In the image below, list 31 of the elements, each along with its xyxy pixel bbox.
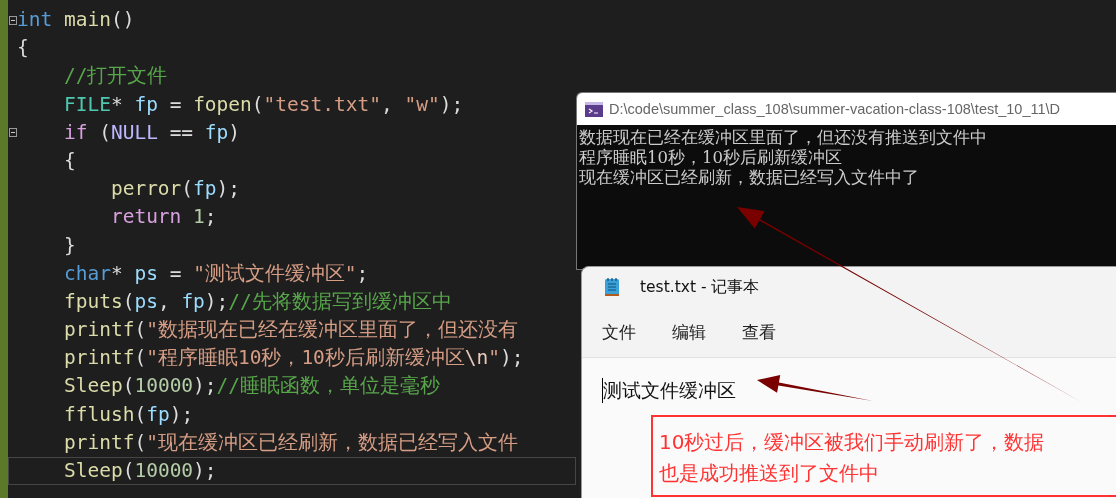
code-line: {	[62, 147, 77, 174]
console-icon	[585, 101, 603, 117]
collapse-icon[interactable]	[9, 15, 17, 25]
menu-item[interactable]: 编辑	[670, 320, 708, 344]
code-line: fflush(fp);	[62, 401, 195, 428]
notepad-icon	[604, 277, 620, 297]
document-text[interactable]: 测试文件缓冲区	[602, 378, 736, 403]
window-title: D:\code\summer_class_108\summer-vacation-class-108\test_10_11\D	[609, 101, 1061, 117]
annotation-text: 10秒过后，缓冲区被我们手动刷新了，数据	[659, 429, 1046, 456]
window-title: test.txt - 记事本	[640, 276, 760, 298]
annotation-text: 也是成功推送到了文件中	[659, 460, 880, 487]
code-line: printf("现在缓冲区已经刷新，数据已经写入文件	[62, 429, 519, 456]
code-line: printf("程序睡眠10秒，10秒后刷新缓冲区\n");	[62, 345, 525, 372]
collapse-icon[interactable]	[9, 128, 17, 138]
code-line: fputs(ps, fp);//先将数据写到缓冲区中	[62, 288, 453, 315]
code-line: FILE* fp = fopen("test.txt", "w");	[62, 91, 465, 118]
code-line: Sleep(10000);//睡眠函数，单位是毫秒	[62, 373, 442, 400]
console-output-line: 现在缓冲区已经刷新，数据已经写入文件中了	[579, 168, 920, 188]
code-line: char* ps = "测试文件缓冲区";	[62, 260, 370, 287]
code-line: perror(fp);	[109, 176, 242, 203]
code-line: }	[62, 232, 77, 259]
code-line: int main()	[8, 6, 576, 35]
menu-item[interactable]: 文件	[600, 320, 638, 344]
code-line: {	[16, 35, 30, 62]
code-line: //打开文件	[62, 63, 169, 90]
console-output-line: 程序睡眠10秒，10秒后刷新缓冲区	[579, 148, 843, 168]
console-output-line: 数据现在已经在缓冲区里面了，但还没有推送到文件中	[579, 128, 988, 148]
code-line: return 1;	[109, 204, 218, 231]
code-line: if (NULL == fp)	[8, 118, 576, 147]
menu-item[interactable]: 查看	[740, 320, 778, 344]
code-line: printf("数据现在已经在缓冲区里面了，但还没有	[62, 317, 519, 344]
